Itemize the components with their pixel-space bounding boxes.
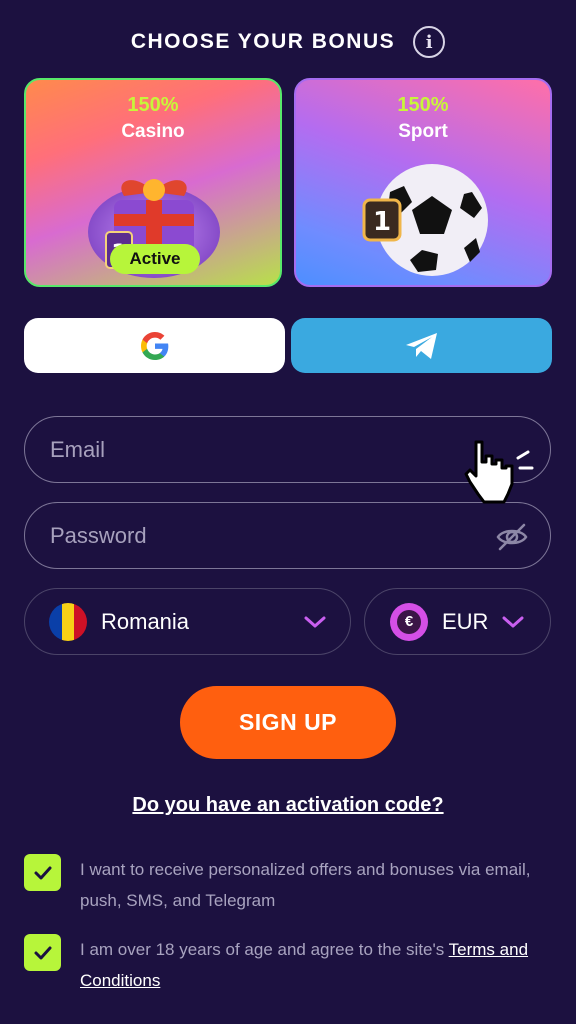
consent-age-text: I am over 18 years of age and agree to t…: [80, 934, 554, 996]
active-badge: Active: [110, 244, 200, 274]
google-logo-icon: [140, 331, 168, 360]
euro-icon: €: [390, 602, 428, 641]
page-title: CHOOSE YOUR BONUS: [130, 30, 396, 53]
currency-select[interactable]: € EUR: [364, 588, 551, 655]
consent-offers-text: I want to receive personalized offers an…: [80, 860, 531, 910]
bonus-header: CHOOSE YOUR BONUS i: [0, 22, 576, 62]
romania-flag-icon: [49, 602, 87, 641]
bonus-card-sport[interactable]: 150% Sport 1: [294, 78, 552, 287]
hand-cursor-icon: [464, 440, 534, 504]
password-field[interactable]: Password: [24, 502, 551, 569]
bonus-name: Sport: [398, 121, 448, 142]
chevron-down-icon: [502, 616, 524, 628]
password-placeholder: Password: [50, 522, 147, 548]
country-value: Romania: [101, 608, 190, 634]
checkmark-icon: [34, 866, 51, 879]
consent-age-checkbox[interactable]: [24, 934, 61, 971]
bonus-card-casino[interactable]: 150% Casino 1 Active: [24, 78, 282, 287]
checkmark-icon: [34, 946, 51, 959]
consent-offers-row: I want to receive personalized offers an…: [24, 854, 554, 916]
soccer-ball-icon: 1: [362, 164, 488, 276]
currency-value: EUR: [442, 608, 489, 634]
info-icon[interactable]: i: [413, 26, 446, 58]
telegram-signin-button[interactable]: [291, 318, 552, 373]
consent-offers-checkbox[interactable]: [24, 854, 61, 891]
consent-age-row: I am over 18 years of age and agree to t…: [24, 934, 554, 996]
consent-age-label: I am over 18 years of age and agree to t…: [80, 940, 449, 959]
email-placeholder: Email: [50, 436, 106, 462]
signup-button[interactable]: SIGN UP: [180, 686, 396, 759]
activation-code-link[interactable]: Do you have an activation code?: [0, 794, 576, 817]
bonus-name: Casino: [121, 121, 185, 142]
telegram-logo-icon: [405, 332, 437, 359]
svg-text:1: 1: [373, 207, 391, 237]
country-select[interactable]: Romania: [24, 588, 351, 655]
chevron-down-icon: [304, 616, 326, 628]
currency-symbol: €: [397, 609, 421, 634]
bonus-percent: 150%: [397, 94, 449, 116]
google-signin-button[interactable]: [24, 318, 285, 373]
bonus-percent: 150%: [127, 94, 179, 116]
eye-off-icon[interactable]: [494, 519, 530, 555]
